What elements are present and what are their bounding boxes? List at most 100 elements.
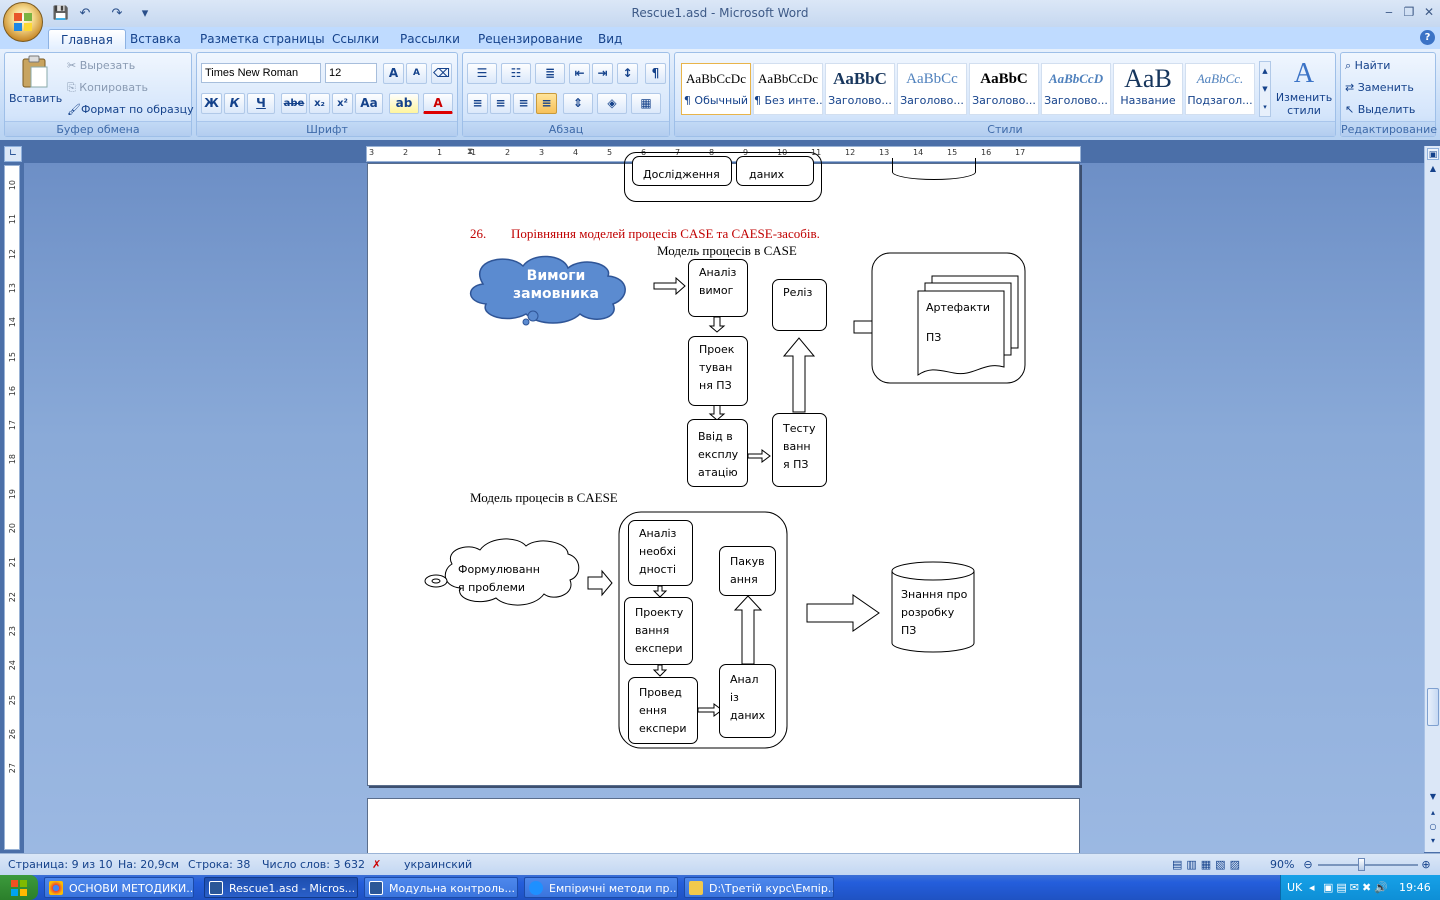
shading-icon[interactable]: ◈: [597, 93, 627, 114]
ruler-number: 1: [437, 148, 443, 157]
scroll-down-icon[interactable]: ▼: [1427, 792, 1439, 804]
show-marks-button[interactable]: ¶: [645, 63, 666, 84]
format-painter-button[interactable]: 🖌Формат по образцу: [67, 99, 194, 121]
zoom-in-icon[interactable]: ⊕: [1420, 857, 1432, 873]
zoom-out-icon[interactable]: ⊖: [1302, 857, 1314, 873]
bold-button[interactable]: Ж: [201, 93, 222, 114]
start-button[interactable]: [0, 875, 38, 900]
highlight-icon[interactable]: ab: [389, 93, 419, 114]
font-size-field[interactable]: 12: [325, 63, 377, 83]
customize-qat-icon[interactable]: ▾: [136, 5, 154, 23]
subscript-button[interactable]: x₂: [309, 93, 330, 114]
tab-insert[interactable]: Вставка: [118, 29, 193, 49]
minimize-button[interactable]: ‒: [1378, 4, 1400, 20]
vruler-number: 25: [8, 694, 17, 705]
indent-marker-icon[interactable]: ⧗: [467, 147, 475, 161]
align-right-icon[interactable]: ≡: [513, 93, 534, 114]
tab-page-layout[interactable]: Разметка страницы: [188, 29, 337, 49]
status-position[interactable]: На: 20,9см: [118, 857, 179, 873]
tab-review[interactable]: Рецензирование: [466, 29, 595, 49]
sort-icon[interactable]: ↕: [617, 63, 638, 84]
copy-button[interactable]: ⎘ Копировать: [67, 77, 148, 99]
vertical-ruler[interactable]: 10 11 12 13 14 15 16 17 18 19 20 21 22 23 24 25 26 27: [4, 165, 20, 850]
vertical-scrollbar[interactable]: ▣ ▲ ▼ ▴ ○ ▾: [1424, 146, 1440, 852]
superscript-button[interactable]: x²: [332, 93, 353, 114]
zoom-slider-track[interactable]: [1318, 864, 1418, 866]
tab-selector[interactable]: ∟: [4, 146, 22, 162]
cloud-caese-label: Формулюванн я проблеми: [458, 563, 540, 594]
clock[interactable]: 19:46: [1399, 875, 1431, 900]
shrink-font-button[interactable]: A: [406, 63, 427, 84]
bullets-icon[interactable]: ☰: [467, 63, 497, 84]
style-heading-1[interactable]: AaBbC Заголово...: [825, 63, 895, 115]
ruler-toggle-icon[interactable]: ▣: [1427, 148, 1439, 160]
style-heading-2[interactable]: AaBbCc Заголово...: [897, 63, 967, 115]
status-page[interactable]: Страница: 9 из 10: [8, 857, 113, 873]
find-button[interactable]: ⌕ Найти: [1345, 55, 1390, 77]
taskbar-item-chrome[interactable]: ОСНОВИ МЕТОДИКИ...: [44, 877, 194, 898]
status-line[interactable]: Строка: 38: [188, 857, 250, 873]
tray-icons[interactable]: ▣▤✉✖🔊: [1323, 875, 1391, 900]
clear-format-icon[interactable]: ⌫: [431, 63, 452, 84]
style-normal[interactable]: AaBbCcDc ¶ Обычный: [681, 63, 751, 115]
help-icon[interactable]: ?: [1420, 30, 1435, 45]
taskbar-item-word2[interactable]: Модульна контроль...: [364, 877, 518, 898]
restore-button[interactable]: ❐: [1398, 4, 1420, 20]
browse-object-icon[interactable]: ○: [1427, 822, 1439, 832]
cut-button[interactable]: ✂ Вырезать: [67, 55, 135, 77]
multilevel-list-icon[interactable]: ≣: [535, 63, 565, 84]
save-icon[interactable]: 💾: [52, 5, 70, 23]
paste-button[interactable]: Вставить: [9, 55, 62, 115]
font-color-icon[interactable]: A: [423, 93, 453, 114]
taskbar-item-ie[interactable]: Емпіричні методи пр...: [524, 877, 678, 898]
ruler-number: 5: [607, 148, 613, 157]
change-styles-button[interactable]: A Изменить стили: [1275, 57, 1333, 119]
taskbar-item-word[interactable]: Rescue1.asd - Micros...: [204, 877, 358, 898]
status-language[interactable]: украинский: [404, 857, 472, 873]
view-buttons[interactable]: ▤▥▦▧▨: [1172, 857, 1262, 873]
spellcheck-icon[interactable]: ✗: [372, 857, 381, 873]
tab-view[interactable]: Вид: [586, 29, 634, 49]
style-title[interactable]: AaB Название: [1113, 63, 1183, 115]
office-button[interactable]: [3, 2, 43, 42]
style-no-spacing[interactable]: AaBbCcDc ¶ Без инте...: [753, 63, 823, 115]
close-button[interactable]: ✕: [1418, 4, 1440, 20]
decrease-indent-icon[interactable]: ⇤: [569, 63, 590, 84]
numbering-icon[interactable]: ☷: [501, 63, 531, 84]
italic-button[interactable]: К: [224, 93, 245, 114]
taskbar-item-folder[interactable]: D:\Третій курс\Емпір...: [684, 877, 834, 898]
scroll-up-icon[interactable]: ▲: [1427, 164, 1439, 176]
tab-mailings[interactable]: Рассылки: [388, 29, 472, 49]
tab-references[interactable]: Ссылки: [320, 29, 391, 49]
font-name-field[interactable]: Times New Roman: [201, 63, 321, 83]
underline-button[interactable]: Ч: [247, 93, 275, 114]
styles-scroll[interactable]: ▲ ▼ ▾: [1259, 61, 1271, 117]
tray-expand-icon[interactable]: ◂: [1309, 875, 1315, 900]
prev-page-icon[interactable]: ▴: [1427, 808, 1439, 818]
redo-icon[interactable]: ↷: [108, 5, 126, 23]
zoom-slider-thumb[interactable]: [1358, 858, 1365, 871]
align-left-icon[interactable]: ≡: [467, 93, 488, 114]
document-page[interactable]: Дослідження даних 26. Порівняння моделей…: [367, 152, 1080, 786]
undo-icon[interactable]: ↶: [76, 5, 94, 23]
line-spacing-icon[interactable]: ⇕: [563, 93, 593, 114]
strikethrough-button[interactable]: abe: [281, 93, 307, 114]
replace-button[interactable]: ⇄ Заменить: [1345, 77, 1414, 99]
scroll-thumb[interactable]: [1427, 688, 1439, 726]
next-page-icon[interactable]: ▾: [1427, 836, 1439, 846]
borders-icon[interactable]: ▦: [631, 93, 661, 114]
justify-icon[interactable]: ≡: [536, 93, 557, 114]
select-button[interactable]: ↖ Выделить: [1345, 99, 1415, 121]
change-case-button[interactable]: Aa: [355, 93, 383, 114]
tab-home[interactable]: Главная: [48, 29, 126, 49]
style-heading-4[interactable]: AaBbCcD Заголово...: [1041, 63, 1111, 115]
increase-indent-icon[interactable]: ⇥: [592, 63, 613, 84]
language-indicator[interactable]: UK: [1287, 875, 1302, 900]
style-heading-3[interactable]: AaBbC Заголово...: [969, 63, 1039, 115]
style-subtitle[interactable]: AaBbCc. Подзагол...: [1185, 63, 1255, 115]
align-center-icon[interactable]: ≡: [490, 93, 511, 114]
status-words[interactable]: Число слов: 3 632: [262, 857, 365, 873]
next-document-page[interactable]: [367, 798, 1080, 858]
zoom-level[interactable]: 90%: [1270, 857, 1294, 873]
grow-font-button[interactable]: A: [383, 63, 404, 84]
